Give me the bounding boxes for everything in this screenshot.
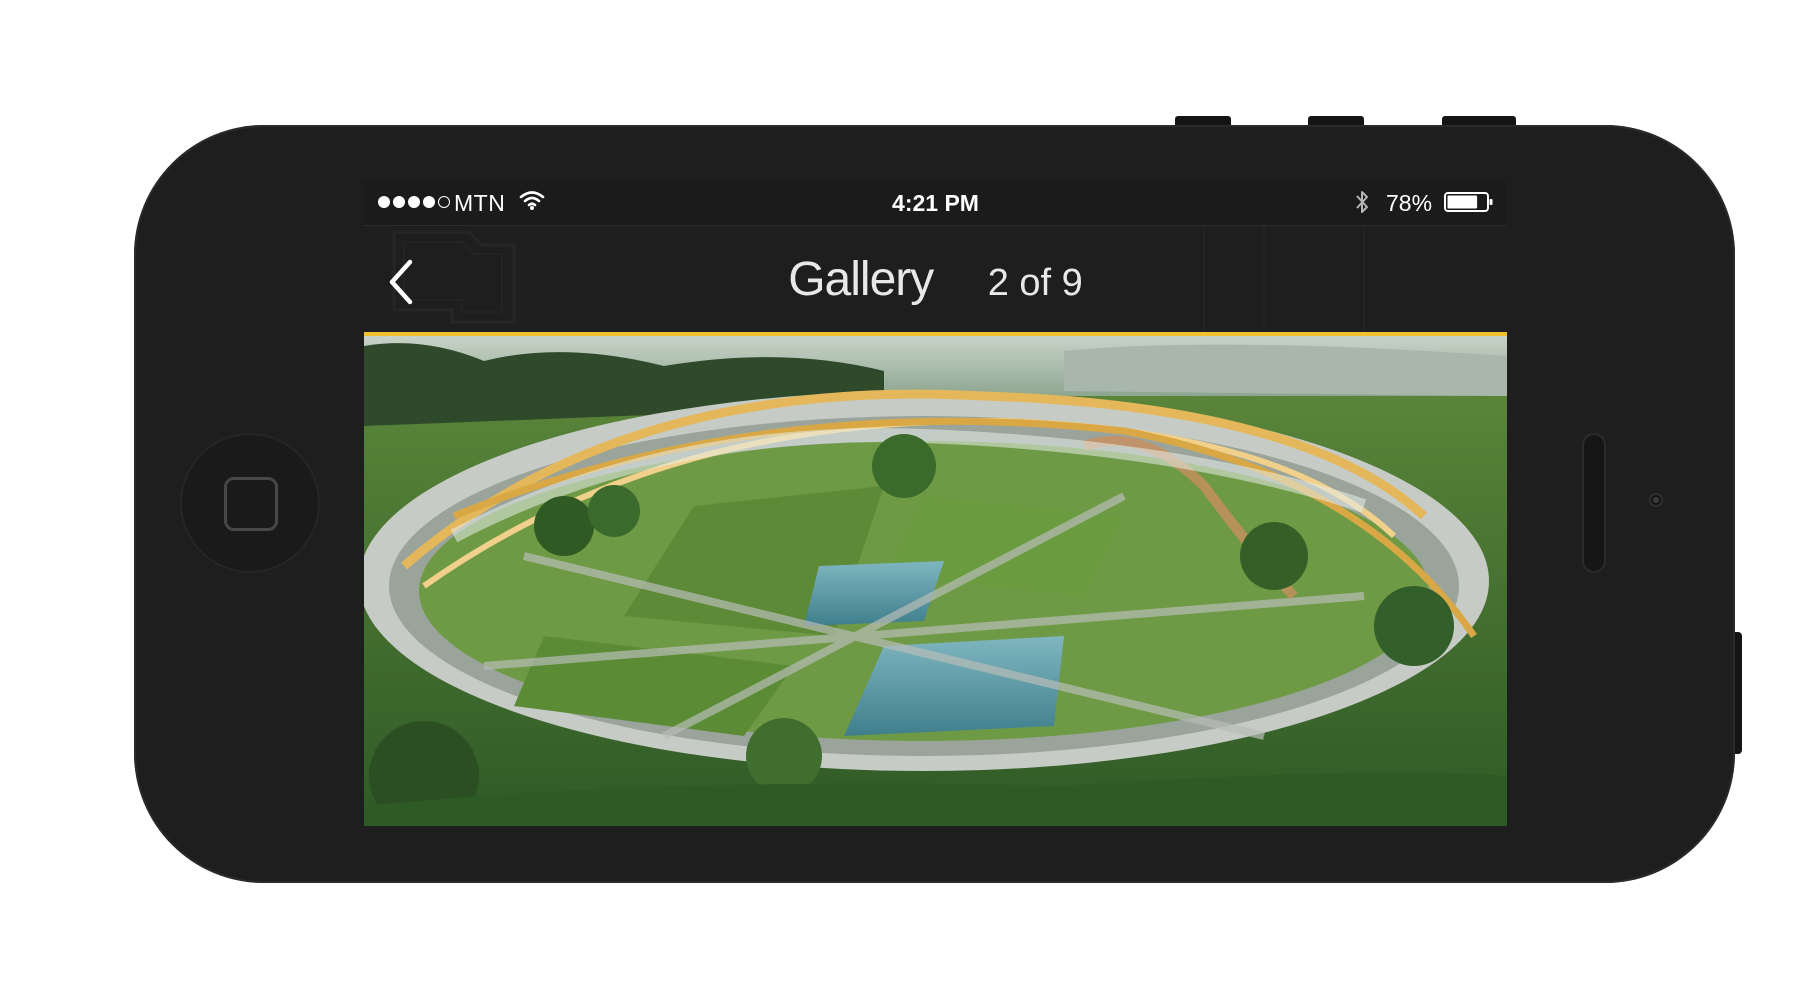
home-button[interactable] xyxy=(180,433,320,573)
status-time: 4:21 PM xyxy=(892,190,979,216)
gallery-photo[interactable] xyxy=(364,336,1507,826)
page-title: Gallery xyxy=(788,253,934,306)
status-bar: MTN 4:21 PM 78% xyxy=(364,181,1507,226)
earpiece-speaker xyxy=(1582,433,1606,573)
front-camera xyxy=(1649,493,1663,507)
screen: MTN 4:21 PM 78% Gallery 2 of 9 xyxy=(364,181,1507,826)
battery-icon xyxy=(1444,191,1494,219)
bluetooth-icon xyxy=(1354,189,1370,221)
home-square-icon xyxy=(224,477,278,531)
battery-percent: 78% xyxy=(1386,190,1433,216)
navigation-bar: Gallery 2 of 9 xyxy=(364,226,1507,332)
image-counter: 2 of 9 xyxy=(987,262,1083,304)
